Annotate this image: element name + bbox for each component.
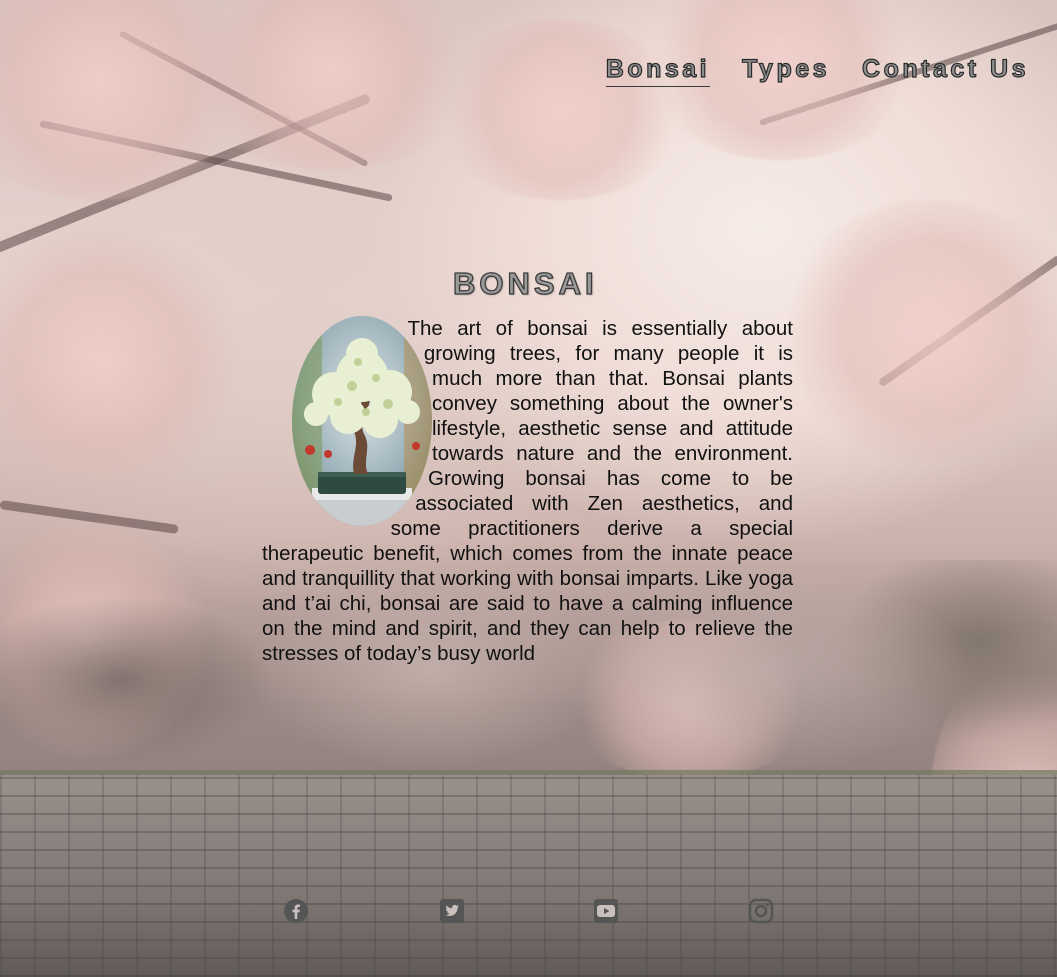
nav-link-bonsai[interactable]: Bonsai — [605, 54, 711, 87]
nav-link-contact-us[interactable]: Contact Us — [861, 54, 1029, 87]
bonsai-photo — [292, 316, 432, 526]
bonsai-image — [292, 316, 432, 526]
main-nav: Bonsai Types Contact Us — [605, 54, 1029, 87]
stone-wall — [0, 775, 1057, 977]
nav-link-types[interactable]: Types — [742, 54, 830, 87]
youtube-icon[interactable] — [593, 898, 619, 924]
page-title: BONSAI — [452, 265, 598, 301]
social-bar — [283, 898, 783, 926]
article: The art of bonsai is essentially about g… — [262, 316, 793, 666]
twitter-icon[interactable] — [439, 898, 465, 924]
instagram-icon[interactable] — [748, 898, 774, 924]
facebook-icon[interactable] — [283, 898, 309, 924]
